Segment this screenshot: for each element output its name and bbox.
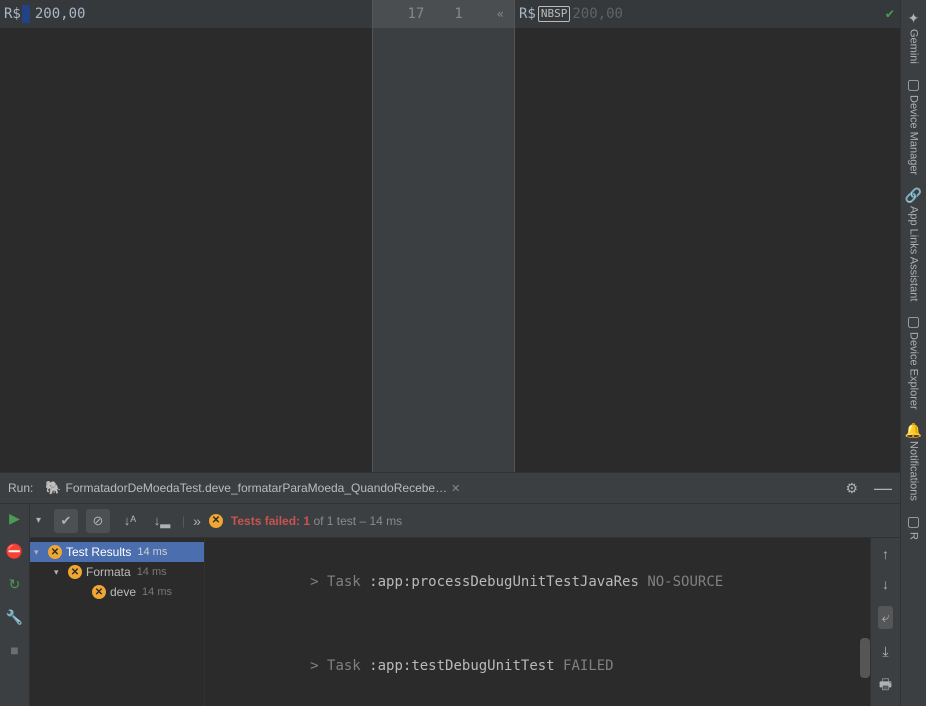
tool-gemini[interactable]: ✦ Gemini: [908, 6, 920, 68]
sparkle-icon: ✦: [908, 10, 920, 27]
diff-left-prefix: R$: [0, 6, 21, 22]
tree-root-time: 14 ms: [137, 546, 167, 558]
run-configuration-tab[interactable]: 🐘 FormatadorDeMoedaTest.deve_formatarPar…: [41, 478, 464, 498]
diff-gutter: 17 1 «: [373, 0, 515, 472]
square-icon: ▢: [907, 513, 920, 530]
console-scrollbar-thumb[interactable]: [860, 638, 870, 678]
console-text: :app:processDebugUnitTestJavaRes: [369, 574, 639, 590]
console-side-toolbar: ↑ ↓ ⤶ ⤓ 🖶: [870, 538, 900, 706]
sort-alpha-icon[interactable]: ↓ᴬ: [118, 509, 142, 533]
gradle-icon: 🐘: [45, 480, 61, 496]
tool-device-explorer[interactable]: ▢ Device Explorer: [907, 309, 920, 414]
sort-duration-icon[interactable]: ↓▂: [150, 509, 174, 533]
diff-left-pane[interactable]: R$ 200,00: [0, 0, 373, 472]
console-output[interactable]: > Task :app:processDebugUnitTestJavaRes …: [205, 538, 870, 706]
tool-label: R: [907, 532, 919, 540]
failed-badge-icon: ✕: [68, 565, 82, 579]
down-stack-icon[interactable]: ↓: [882, 576, 889, 592]
tool-extra[interactable]: ▢ R: [907, 509, 920, 544]
failed-badge-icon: ✕: [209, 514, 223, 528]
diff-right-value-a: 200: [572, 6, 597, 22]
tree-root-test-results[interactable]: ▾ ✕ Test Results 14 ms: [30, 542, 204, 562]
tests-summary: of 1 test – 14 ms: [313, 514, 402, 528]
tool-label: Device Explorer: [907, 332, 919, 410]
gear-icon[interactable]: ⚙: [845, 480, 858, 497]
device-icon: ▢: [907, 313, 920, 330]
tests-failed-label: Tests failed:: [231, 514, 300, 528]
console-text: :app:testDebugUnitTest: [369, 658, 554, 674]
test-tree[interactable]: ▾ ✕ Test Results 14 ms ▾ ✕ Formata 14 ms…: [30, 538, 205, 706]
scroll-to-end-icon[interactable]: ⤓: [882, 643, 888, 660]
right-tool-strip: ✦ Gemini ▢ Device Manager 🔗 App Links As…: [900, 0, 926, 706]
console-text: > Task: [310, 658, 369, 674]
tests-failed-count: 1: [303, 514, 310, 528]
diff-left-value: 200,00: [31, 6, 86, 22]
tree-node-class[interactable]: ▾ ✕ Formata 14 ms: [30, 562, 204, 582]
tool-notifications[interactable]: 🔔 Notifications: [905, 418, 922, 505]
chevron-down-icon[interactable]: ▾: [54, 567, 64, 578]
collapse-all-icon[interactable]: ▾: [36, 515, 46, 526]
tree-node2-label: deve: [110, 585, 136, 599]
failed-badge-icon: ✕: [48, 545, 62, 559]
run-side-toolbar: ▶ ⛔ ↻ 🔧 ■: [0, 504, 30, 706]
tool-label: App Links Assistant: [908, 206, 920, 301]
stop-icon[interactable]: ■: [10, 642, 18, 658]
gutter-column-number: 1: [454, 6, 462, 22]
tree-node-test[interactable]: ✕ deve 14 ms: [30, 582, 204, 602]
print-icon[interactable]: 🖶: [879, 674, 892, 698]
diff-right-sep: ,: [598, 6, 606, 22]
diff-right-value-b: 00: [606, 6, 623, 22]
console-text: NO-SOURCE: [639, 574, 723, 590]
rerun-failed-icon[interactable]: ⛔: [6, 543, 23, 560]
wrench-icon[interactable]: 🔧: [6, 609, 23, 626]
diff-viewer: R$ 200,00 17 1 « R$ NBSP 200 , 00 ✔: [0, 0, 900, 472]
tool-app-links[interactable]: 🔗 App Links Assistant: [905, 183, 922, 305]
diff-right-pane[interactable]: R$ NBSP 200 , 00 ✔: [515, 0, 900, 472]
chevron-down-icon[interactable]: ▾: [34, 547, 44, 558]
expand-more-icon[interactable]: »: [193, 513, 201, 529]
tree-node2-time: 14 ms: [142, 586, 172, 598]
tree-root-label: Test Results: [66, 545, 131, 559]
tool-label: Notifications: [908, 441, 920, 501]
toggle-auto-test-icon[interactable]: ↻: [9, 576, 21, 593]
tree-node1-time: 14 ms: [137, 566, 167, 578]
gutter-line-number: 17: [407, 6, 424, 22]
minimize-icon[interactable]: —: [874, 478, 892, 499]
tool-label: Device Manager: [907, 95, 919, 175]
device-icon: ▢: [907, 76, 920, 93]
console-text: FAILED: [555, 658, 614, 674]
nbsp-visualizer: NBSP: [538, 6, 571, 22]
show-ignored-icon[interactable]: ⊘: [86, 509, 110, 533]
run-config-name: FormatadorDeMoedaTest.deve_formatarParaM…: [66, 481, 448, 495]
console-text: > Task: [310, 574, 369, 590]
diff-right-prefix: R$: [515, 6, 536, 22]
failed-badge-icon: ✕: [92, 585, 106, 599]
accept-chevrons-icon[interactable]: «: [497, 7, 504, 21]
inspection-ok-icon[interactable]: ✔: [886, 6, 894, 22]
tool-label: Gemini: [908, 29, 920, 64]
link-icon: 🔗: [905, 187, 922, 204]
up-stack-icon[interactable]: ↑: [882, 546, 889, 562]
run-tool-header: Run: 🐘 FormatadorDeMoedaTest.deve_format…: [0, 472, 900, 504]
bell-icon: 🔔: [905, 422, 922, 439]
tool-device-manager[interactable]: ▢ Device Manager: [907, 72, 920, 179]
show-passed-icon[interactable]: ✔: [54, 509, 78, 533]
close-tab-icon[interactable]: ✕: [451, 482, 460, 495]
diff-left-space-highlight: [22, 5, 30, 23]
soft-wrap-icon[interactable]: ⤶: [878, 606, 894, 629]
run-label: Run:: [8, 481, 33, 495]
test-toolbar: ▾ ✔ ⊘ ↓ᴬ ↓▂ | » ✕ Tests failed: 1 of 1 t…: [30, 504, 900, 538]
rerun-icon[interactable]: ▶: [9, 510, 20, 527]
tree-node1-label: Formata: [86, 565, 131, 579]
